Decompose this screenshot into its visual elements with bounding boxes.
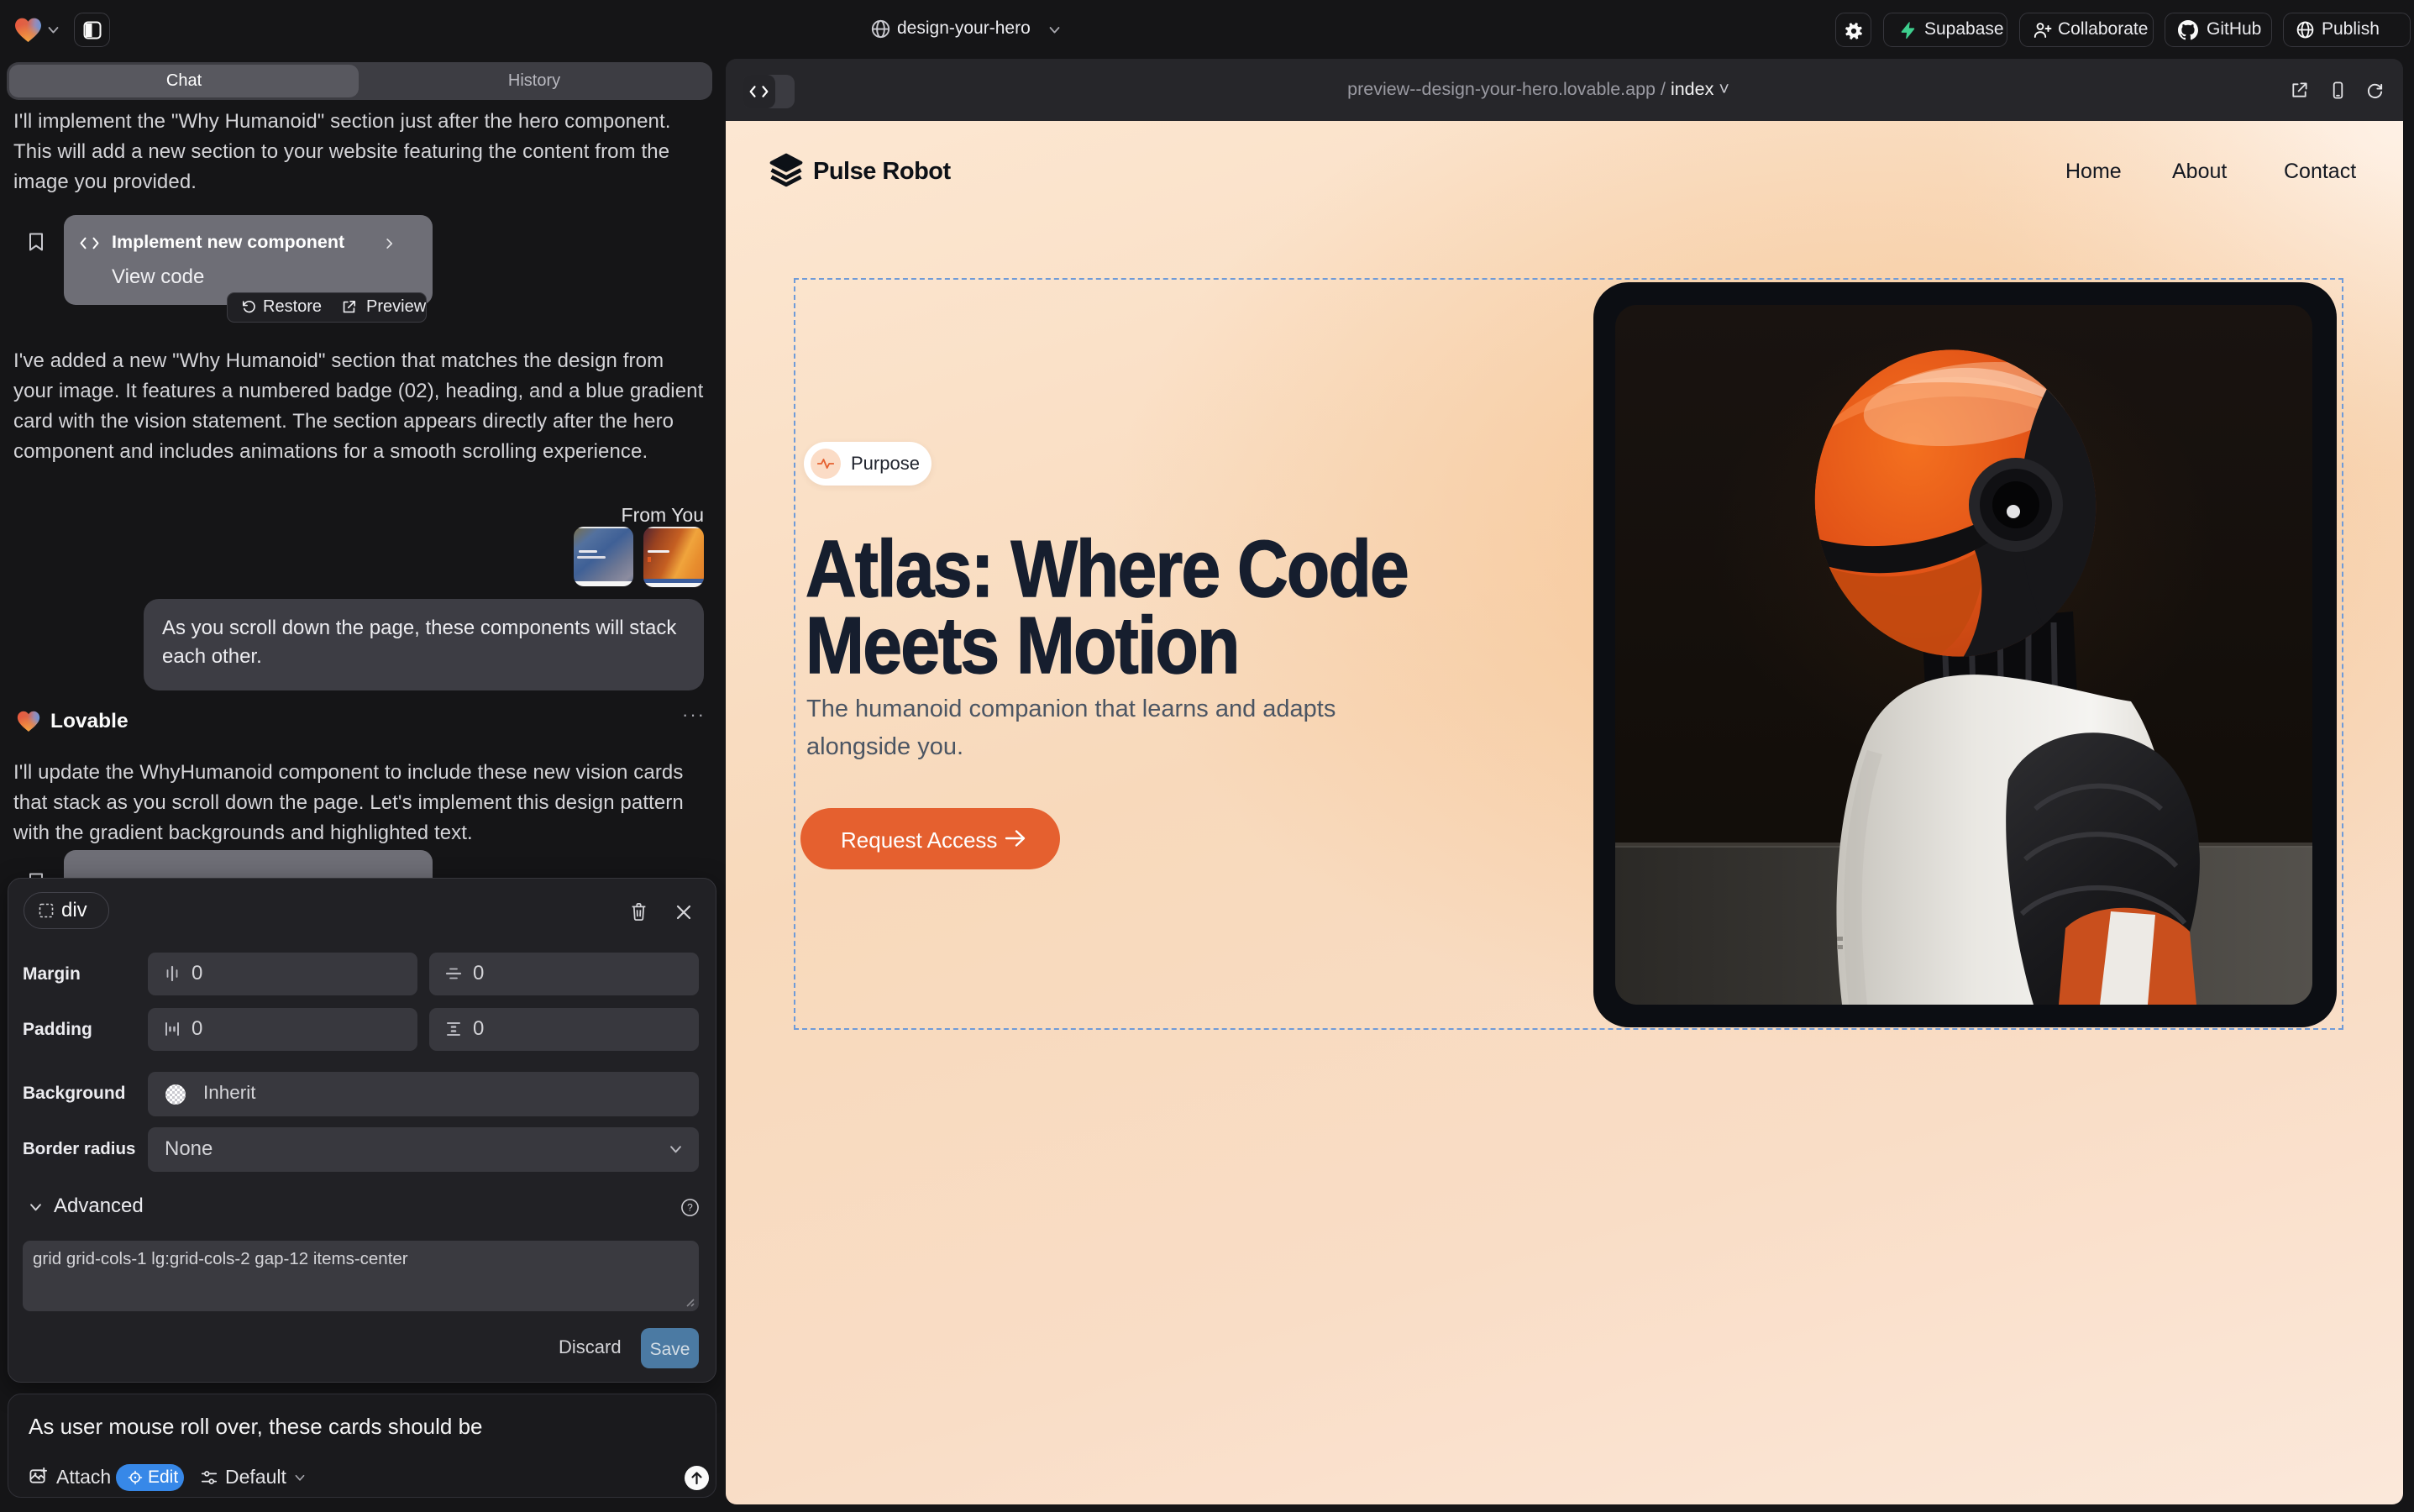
svg-text:?: ? bbox=[687, 1202, 693, 1214]
